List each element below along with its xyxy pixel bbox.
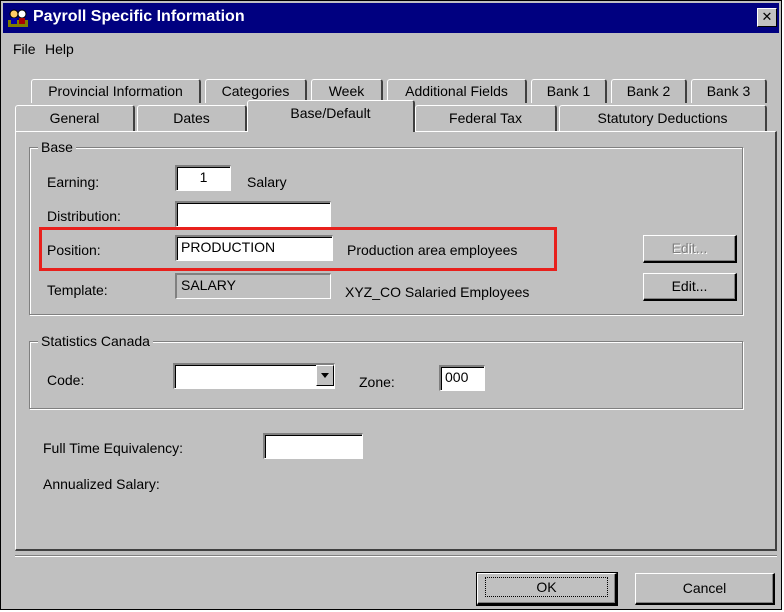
- menu-file[interactable]: File: [13, 41, 36, 57]
- payroll-people-icon: [8, 9, 28, 27]
- tab-bank-3[interactable]: Bank 3: [691, 79, 767, 103]
- tab-bank-1[interactable]: Bank 1: [531, 79, 607, 103]
- ok-button[interactable]: OK: [476, 572, 618, 606]
- tab-label: Bank 2: [626, 83, 671, 99]
- code-dropdown[interactable]: [173, 363, 335, 389]
- fte-input[interactable]: [263, 433, 363, 459]
- tab-statutory-deductions[interactable]: Statutory Deductions: [559, 105, 767, 131]
- distribution-input[interactable]: [175, 201, 331, 227]
- title-bar[interactable]: Payroll Specific Information ✕: [3, 3, 779, 33]
- ok-button-label: OK: [485, 577, 608, 597]
- zone-label: Zone:: [359, 374, 395, 390]
- tab-label: Additional Fields: [405, 83, 508, 99]
- tab-base-default[interactable]: Base/Default: [247, 100, 415, 132]
- zone-input[interactable]: 000: [439, 365, 485, 391]
- position-edit-button[interactable]: Edit...: [643, 235, 737, 263]
- chevron-down-glyph: [321, 373, 329, 378]
- cancel-button[interactable]: Cancel: [635, 573, 775, 605]
- tab-federal-tax[interactable]: Federal Tax: [415, 105, 557, 131]
- earning-description: Salary: [247, 174, 287, 190]
- template-input: SALARY: [175, 273, 331, 299]
- tab-label: Provincial Information: [48, 83, 183, 99]
- tab-label: Bank 1: [546, 83, 591, 99]
- window-title: Payroll Specific Information: [33, 8, 245, 25]
- tab-label: General: [49, 110, 100, 126]
- menu-help-label: Help: [45, 41, 74, 57]
- fte-label: Full Time Equivalency:: [43, 440, 184, 456]
- position-highlight-box: [39, 227, 557, 271]
- earning-label: Earning:: [47, 174, 100, 190]
- tab-general[interactable]: General: [15, 105, 135, 131]
- base-group-title: Base: [38, 138, 76, 156]
- chevron-down-icon[interactable]: [316, 365, 334, 386]
- code-label: Code:: [47, 372, 85, 388]
- template-description: XYZ_CO Salaried Employees: [345, 284, 530, 300]
- template-label: Template:: [47, 282, 108, 298]
- tab-label: Dates: [173, 110, 210, 126]
- close-icon: ✕: [761, 9, 773, 24]
- tab-label: Statutory Deductions: [597, 110, 728, 126]
- tab-label: Categories: [221, 83, 290, 99]
- payroll-window: Payroll Specific Information ✕ File Help…: [0, 0, 782, 610]
- tab-bank-2[interactable]: Bank 2: [611, 79, 687, 103]
- footer-separator: [15, 555, 777, 557]
- earning-input[interactable]: 1: [175, 165, 231, 191]
- tab-label: Week: [328, 83, 365, 99]
- tab-label: Federal Tax: [449, 110, 522, 126]
- tab-provincial-information[interactable]: Provincial Information: [31, 79, 201, 103]
- close-button[interactable]: ✕: [757, 8, 777, 27]
- tab-dates[interactable]: Dates: [137, 105, 247, 131]
- statistics-group-title: Statistics Canada: [38, 332, 153, 350]
- template-edit-button[interactable]: Edit...: [643, 273, 737, 301]
- menu-help[interactable]: Help: [45, 41, 74, 57]
- annualized-salary-label: Annualized Salary:: [43, 476, 160, 492]
- tab-label: Bank 3: [706, 83, 751, 99]
- distribution-label: Distribution:: [47, 208, 121, 224]
- tab-label: Base/Default: [290, 105, 371, 121]
- menu-file-label: File: [13, 41, 36, 57]
